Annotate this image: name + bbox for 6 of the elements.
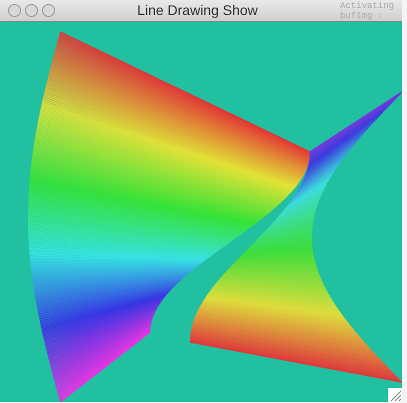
resize-grip-icon[interactable] [388,388,402,402]
zoom-button[interactable] [42,4,55,17]
window-title: Line Drawing Show [137,2,258,18]
minimize-button[interactable] [25,4,38,17]
close-button[interactable] [8,4,21,17]
background-text: Activating [340,0,394,10]
